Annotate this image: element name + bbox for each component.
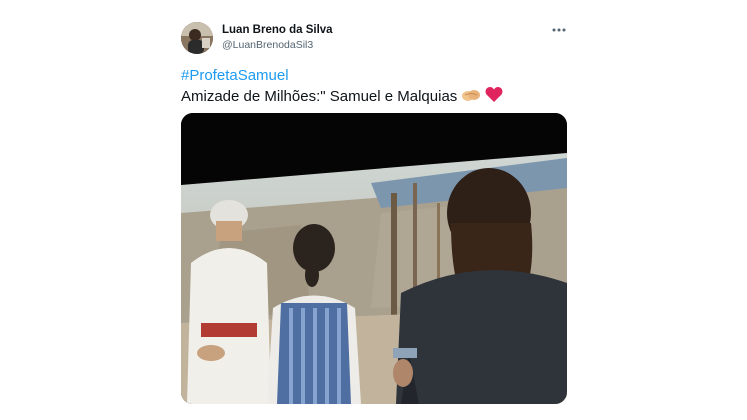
handshake-emoji-icon [462, 87, 481, 107]
tv-screen-photo-icon [181, 113, 567, 404]
more-options-button[interactable] [549, 22, 569, 38]
tweet-text-content: Amizade de Milhões:" Samuel e Malquias [181, 88, 458, 105]
hashtag-link[interactable]: #ProfetaSamuel [181, 67, 289, 84]
avatar[interactable] [181, 22, 213, 54]
profile-photo-icon [181, 22, 213, 54]
red-heart-emoji-icon [485, 86, 503, 107]
author-handle[interactable]: @LuanBrenodaSil3 [222, 39, 313, 51]
more-horizontal-icon [552, 28, 566, 32]
tweet-text: Amizade de Milhões:" Samuel e Malquias [181, 86, 503, 107]
tweet-media-photo[interactable] [181, 113, 567, 404]
author-name[interactable]: Luan Breno da Silva [222, 24, 333, 36]
tweet-card: Luan Breno da Silva @LuanBrenodaSil3 #Pr… [0, 0, 747, 420]
